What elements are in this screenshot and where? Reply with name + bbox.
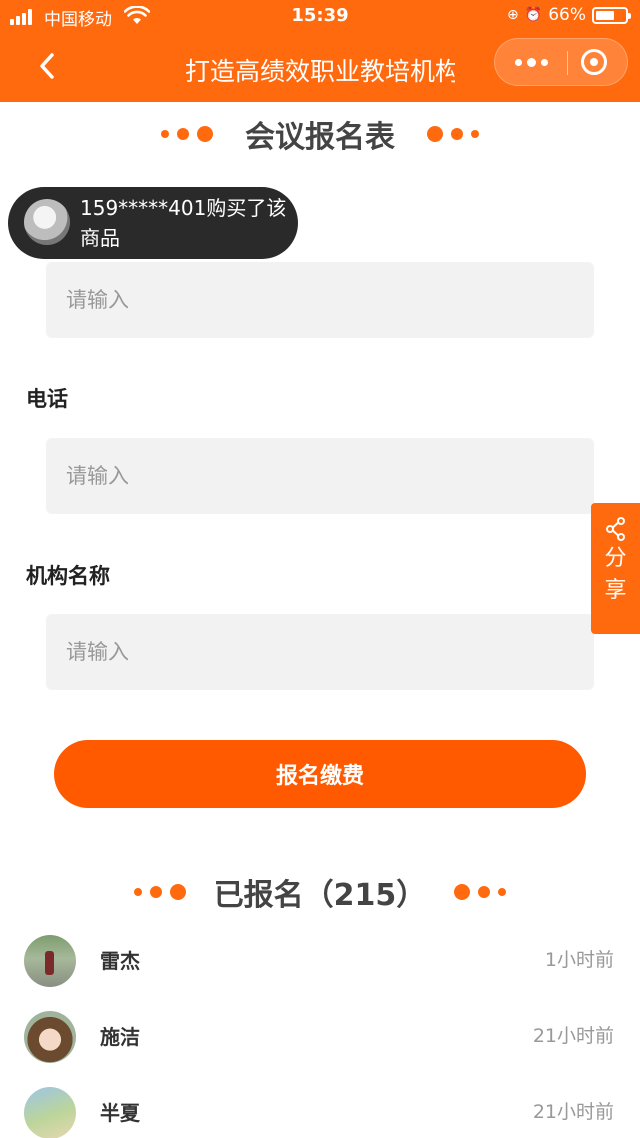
registrant-name: 雷杰 <box>100 949 140 973</box>
decor-dots-left <box>133 884 186 900</box>
registrant-time: 21小时前 <box>532 1101 614 1123</box>
share-label: 分享 <box>604 546 627 603</box>
registrant-time: 21小时前 <box>532 1025 614 1047</box>
phone-input[interactable] <box>46 438 594 514</box>
avatar <box>24 1011 76 1063</box>
registrant-name: 施洁 <box>100 1025 140 1049</box>
field-label-phone: 电话 <box>26 387 68 411</box>
status-icons: ⊕ ⏰ 66% <box>507 5 631 25</box>
field-label-org: 机构名称 <box>26 564 110 588</box>
chevron-left-icon <box>40 53 54 79</box>
form-title: 会议报名表 <box>245 120 395 155</box>
decor-dots-left <box>161 126 213 142</box>
mini-program-capsule <box>494 38 628 86</box>
org-name-input[interactable] <box>46 614 594 690</box>
purchase-toast: 159*****401购买了该商品 <box>8 187 298 259</box>
battery-percent: 66% <box>548 5 586 25</box>
list-item: 雷杰 1小时前 <box>0 925 640 999</box>
registrant-name: 半夏 <box>100 1101 140 1125</box>
page-title: 打造高绩效职业教培机构 <box>185 57 455 86</box>
avatar <box>24 935 76 987</box>
rotation-lock-icon: ⊕ <box>507 7 519 23</box>
status-bar: 中国移动 15:39 ⊕ ⏰ 66% <box>0 0 640 34</box>
more-dots-icon[interactable] <box>495 39 567 85</box>
toast-message: 159*****401购买了该商品 <box>80 196 287 250</box>
list-item: 施洁 21小时前 <box>0 1001 640 1075</box>
back-button[interactable] <box>30 48 66 84</box>
register-pay-button[interactable]: 报名缴费 <box>54 740 586 808</box>
avatar <box>24 1087 76 1138</box>
share-button[interactable]: 分享 <box>591 503 640 634</box>
buyer-avatar <box>24 199 70 245</box>
registrants-heading: 已报名（215） <box>0 870 640 914</box>
form-section-heading: 会议报名表 <box>0 112 640 156</box>
target-close-icon[interactable] <box>581 49 607 75</box>
battery-level-fill <box>596 10 615 20</box>
registrant-time: 1小时前 <box>544 949 614 971</box>
list-item: 半夏 21小时前 <box>0 1077 640 1138</box>
share-icon <box>605 517 625 541</box>
alarm-icon: ⏰ <box>524 7 543 23</box>
decor-dots-right <box>454 884 507 900</box>
name-input[interactable] <box>46 262 594 338</box>
capsule-divider <box>567 51 568 75</box>
battery-icon <box>592 6 631 24</box>
app-header: 中国移动 15:39 ⊕ ⏰ 66% 打造高绩效职业教培机构 <box>0 0 640 102</box>
registrants-title: 已报名（215） <box>213 878 427 913</box>
decor-dots-right <box>427 126 479 142</box>
